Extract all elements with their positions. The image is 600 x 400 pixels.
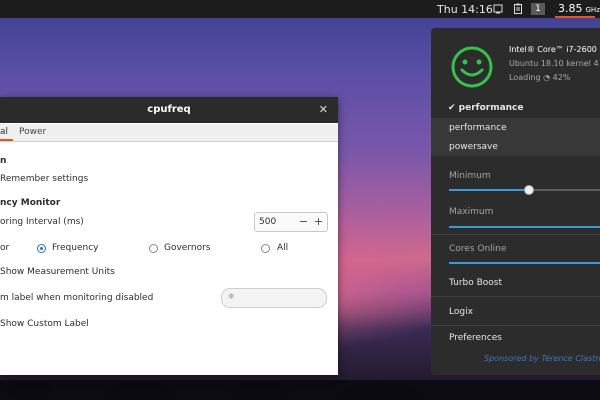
- preferences-item[interactable]: Preferences: [449, 333, 502, 343]
- sponsor-link[interactable]: Sponsored by Térence Clastres: [484, 354, 600, 363]
- cores-online-label: Cores Online: [449, 244, 507, 254]
- window-titlebar[interactable]: cpufreq ✕: [0, 97, 338, 123]
- maximum-label: Maximum: [449, 207, 494, 217]
- frequency-value: 3.85: [558, 2, 583, 15]
- maximum-slider[interactable]: [449, 226, 600, 228]
- active-indicator-underline: [555, 16, 595, 18]
- clipboard-icon[interactable]: [513, 3, 523, 14]
- current-governor[interactable]: ✔ performance: [448, 103, 524, 113]
- cpu-model: Intel® Core™ i7-2600: [509, 45, 597, 54]
- os-kernel-info: Ubuntu 18.10 kernel 4: [509, 59, 599, 68]
- show-custom-label-label[interactable]: Show Custom Label: [0, 319, 89, 329]
- snowflake-icon: ❄: [228, 292, 235, 301]
- maximum-slider-fill: [449, 226, 600, 228]
- separator: [431, 325, 600, 326]
- separator: [431, 234, 600, 235]
- close-icon[interactable]: ✕: [319, 103, 328, 116]
- tab-power[interactable]: Power: [19, 127, 46, 137]
- monitoring-interval-label: oring Interval (ms): [0, 217, 84, 227]
- custom-label-caption: m label when monitoring disabled: [0, 293, 154, 303]
- top-bar: Thu 14:16 1 3.85 GHz: [0, 0, 600, 18]
- network-icon[interactable]: [493, 3, 503, 14]
- radio-all[interactable]: [261, 244, 270, 253]
- cpu-frequency-indicator[interactable]: 3.85 GHz: [558, 2, 600, 15]
- radio-frequency-label[interactable]: Frequency: [52, 243, 99, 253]
- custom-label-input[interactable]: ❄: [221, 288, 327, 308]
- cores-online-slider-fill: [449, 262, 600, 264]
- section-general-title: n: [0, 156, 7, 166]
- increment-button[interactable]: +: [313, 215, 324, 228]
- section-monitor-title: ncy Monitor: [0, 198, 61, 208]
- tab-bar: al Power: [0, 124, 338, 142]
- cpufreq-window: cpufreq ✕ al Power n Remember settings n…: [0, 97, 338, 375]
- minimum-label: Minimum: [449, 171, 491, 181]
- logix-item[interactable]: Logix: [449, 307, 473, 317]
- cpufreq-menu-panel: Intel® Core™ i7-2600 Ubuntu 18.10 kernel…: [431, 28, 600, 375]
- radio-all-label[interactable]: All: [277, 243, 288, 253]
- frequency-unit: GHz: [585, 6, 600, 14]
- monitoring-interval-value[interactable]: 500: [259, 217, 276, 227]
- remember-settings-label[interactable]: Remember settings: [0, 174, 88, 184]
- governor-powersave[interactable]: powersave: [449, 142, 498, 152]
- minimum-slider-handle[interactable]: [523, 185, 534, 195]
- monitor-label: or: [0, 243, 10, 253]
- turbo-boost-item[interactable]: Turbo Boost: [449, 278, 502, 288]
- radio-governors[interactable]: [149, 244, 158, 253]
- workspace-indicator[interactable]: 1: [531, 3, 545, 15]
- minimum-slider-fill: [449, 189, 528, 191]
- window-title: cpufreq: [147, 104, 191, 115]
- governor-performance[interactable]: performance: [449, 123, 507, 133]
- cpu-load: Loading ◔ 42%: [509, 73, 571, 82]
- smiley-status-icon: [450, 45, 494, 92]
- radio-governors-label[interactable]: Governors: [164, 243, 211, 253]
- decrement-button[interactable]: −: [298, 215, 309, 228]
- cores-online-slider[interactable]: [449, 262, 600, 264]
- monitoring-interval-stepper[interactable]: 500 − +: [254, 212, 328, 232]
- clock[interactable]: Thu 14:16: [437, 3, 493, 16]
- tab-general[interactable]: al: [0, 127, 13, 141]
- show-units-label[interactable]: Show Measurement Units: [0, 267, 115, 277]
- radio-frequency[interactable]: [37, 244, 46, 253]
- separator: [431, 296, 600, 297]
